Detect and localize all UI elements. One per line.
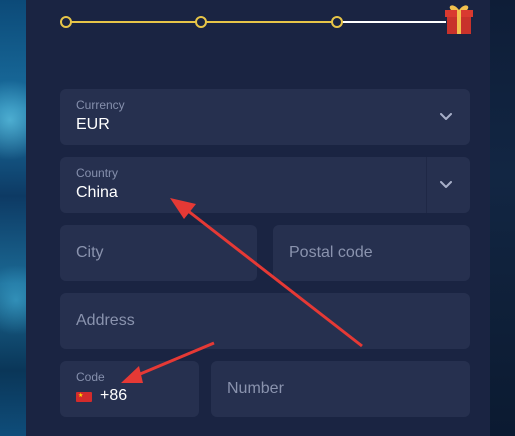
gift-icon [445, 5, 473, 34]
progress-line-remaining [338, 21, 446, 23]
phone-number-input[interactable]: Number [211, 361, 470, 417]
number-placeholder: Number [227, 380, 284, 397]
phone-code-select[interactable]: Code ★ +86 [60, 361, 199, 417]
chevron-down-icon[interactable] [440, 181, 452, 189]
code-label: Code [76, 370, 105, 384]
background-right [490, 0, 515, 436]
country-value: China [76, 184, 118, 201]
code-value: +86 [100, 387, 128, 404]
city-placeholder: City [76, 244, 104, 261]
country-divider [426, 157, 427, 213]
progress-step-2 [195, 16, 207, 28]
country-select[interactable]: Country China [60, 157, 470, 213]
currency-value: EUR [76, 116, 110, 133]
city-input[interactable]: City [60, 225, 257, 281]
china-flag-icon: ★ [76, 392, 92, 402]
background-left [0, 0, 26, 436]
progress-step-1 [60, 16, 72, 28]
chevron-down-icon [440, 113, 452, 120]
address-input[interactable]: Address [60, 293, 470, 349]
country-label: Country [76, 166, 119, 180]
currency-select[interactable]: Currency EUR [60, 89, 470, 145]
postal-code-input[interactable]: Postal code [273, 225, 470, 281]
postal-code-placeholder: Postal code [289, 244, 373, 261]
address-placeholder: Address [76, 312, 135, 329]
progress-step-3 [331, 16, 343, 28]
progress-bar [60, 5, 473, 34]
currency-label: Currency [76, 98, 125, 112]
